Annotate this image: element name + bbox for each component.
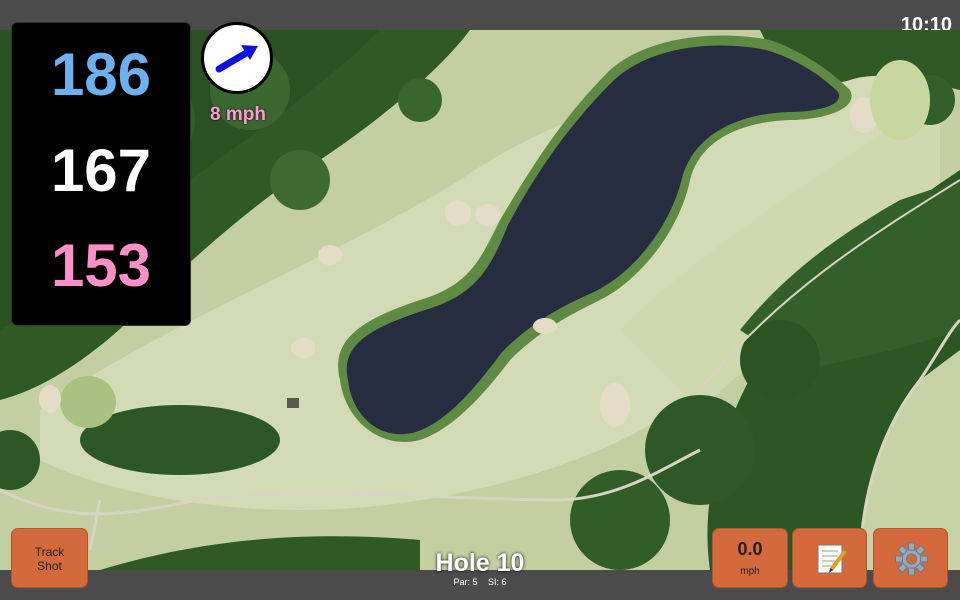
track-shot-label-line1: Track: [34, 545, 65, 559]
track-shot-label-line2: Shot: [37, 559, 62, 573]
arrow-right-up-icon: [215, 45, 258, 73]
distance-panel: 186 167 153: [11, 22, 191, 326]
hole-title: Hole 10: [435, 549, 525, 577]
par-label: Par: 5: [453, 577, 478, 587]
gear-icon: [895, 542, 928, 576]
speed-unit: mph: [740, 566, 760, 577]
wind-speed-label: 8 mph: [210, 104, 266, 125]
hole-info: Par: 5 SI: 6: [380, 577, 580, 587]
speed-value: 0.0: [737, 539, 763, 559]
wind-direction-dial: [201, 22, 273, 94]
speed-button[interactable]: 0.0 mph: [712, 528, 788, 588]
middle-distance: 167: [50, 137, 152, 204]
notes-button[interactable]: [792, 528, 867, 588]
settings-button[interactable]: [873, 528, 948, 588]
stroke-index-label: SI: 6: [488, 577, 507, 587]
track-shot-button[interactable]: Track Shot: [11, 528, 88, 588]
front-distance: 153: [50, 232, 152, 299]
back-distance: 186: [50, 41, 152, 108]
notepad-icon: [817, 544, 847, 574]
